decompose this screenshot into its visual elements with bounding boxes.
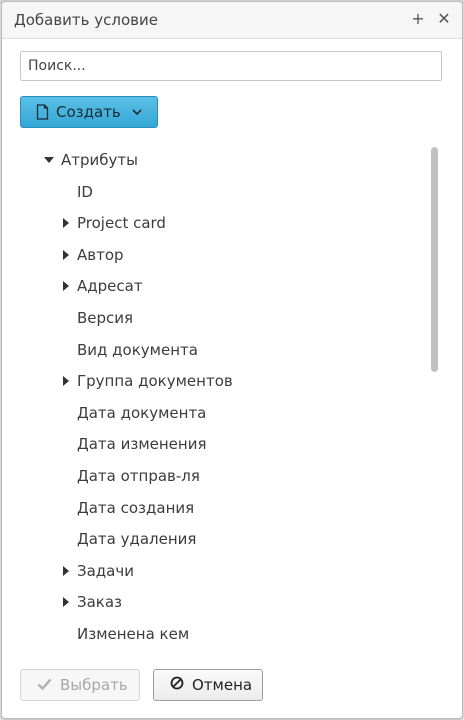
tree-node-label: Автор xyxy=(77,245,124,264)
cancel-button[interactable]: Отмена xyxy=(153,669,263,701)
select-button[interactable]: Выбрать xyxy=(20,669,140,701)
tree-node[interactable]: Изменена кем xyxy=(20,622,420,644)
tree-node-label: Версия xyxy=(77,309,134,327)
tree-node-label: Project card xyxy=(77,214,166,233)
attribute-tree: Атрибуты ID Project card Автор Адресат Версия… xyxy=(20,144,440,644)
tree-node-label: Заказ xyxy=(77,593,123,612)
create-button-label: Создать xyxy=(56,103,121,121)
tree-node-label: Атрибуты xyxy=(61,151,138,169)
tree-node-label: Дата удаления xyxy=(77,530,197,549)
tree-node[interactable]: Адресат xyxy=(20,274,420,298)
select-button-label: Выбрать xyxy=(60,676,128,694)
tree-node-label: ID xyxy=(77,182,93,201)
tree-node[interactable]: Автор xyxy=(20,243,420,267)
chevron-down-icon xyxy=(132,108,142,116)
tree-node[interactable]: Группа документов xyxy=(20,369,420,393)
tree-node-label: Дата документа xyxy=(77,403,207,422)
caret-down-icon[interactable] xyxy=(44,157,54,163)
tree-node[interactable]: Задачи xyxy=(20,559,420,583)
dialog-title: Добавить условие xyxy=(14,11,158,29)
tree-node-label: Вид документа xyxy=(77,340,198,359)
caret-right-icon[interactable] xyxy=(63,249,69,260)
add-condition-dialog: Добавить условие + ✕ Создать Атрибуты ID P… xyxy=(1,1,463,719)
tree-node-label: Дата создания xyxy=(77,498,195,517)
tree-node[interactable]: Вид документа xyxy=(20,338,420,362)
tree-node-root[interactable]: Атрибуты xyxy=(20,148,320,172)
tree-node[interactable]: Заказ xyxy=(20,590,420,614)
tree-node[interactable]: Дата создания xyxy=(20,496,420,520)
tree-node-label: Дата изменения xyxy=(77,435,207,454)
create-button[interactable]: Создать xyxy=(20,96,158,128)
caret-right-icon[interactable] xyxy=(63,376,69,387)
tree-node[interactable]: Дата отправ-ля xyxy=(20,464,420,488)
tree-node-label: Изменена кем xyxy=(77,625,190,643)
tree-node[interactable]: Дата документа xyxy=(20,401,420,425)
tree-node[interactable]: Дата удаления xyxy=(20,527,420,551)
cancel-icon xyxy=(170,676,184,694)
checkmark-icon xyxy=(37,676,52,694)
document-icon xyxy=(36,104,49,120)
tree-node-label: Группа документов xyxy=(77,372,233,391)
caret-right-icon[interactable] xyxy=(63,565,69,576)
caret-right-icon[interactable] xyxy=(63,597,69,608)
tree-node-label: Адресат xyxy=(77,277,143,296)
tree-node[interactable]: Project card xyxy=(20,211,420,235)
maximize-icon[interactable]: + xyxy=(408,8,428,30)
close-icon[interactable]: ✕ xyxy=(434,8,454,30)
tree-node-label: Дата отправ-ля xyxy=(77,467,200,485)
tree-node[interactable]: ID xyxy=(20,180,420,204)
caret-right-icon[interactable] xyxy=(63,218,69,229)
tree-node[interactable]: Версия xyxy=(20,306,420,330)
caret-right-icon[interactable] xyxy=(63,281,69,292)
tree-node[interactable]: Дата изменения xyxy=(20,432,420,456)
dialog-titlebar[interactable]: Добавить условие + ✕ xyxy=(2,2,462,39)
tree-scrollbar[interactable] xyxy=(431,147,438,372)
tree-node-label: Задачи xyxy=(77,561,134,580)
cancel-button-label: Отмена xyxy=(192,676,253,694)
search-input[interactable] xyxy=(20,51,442,81)
